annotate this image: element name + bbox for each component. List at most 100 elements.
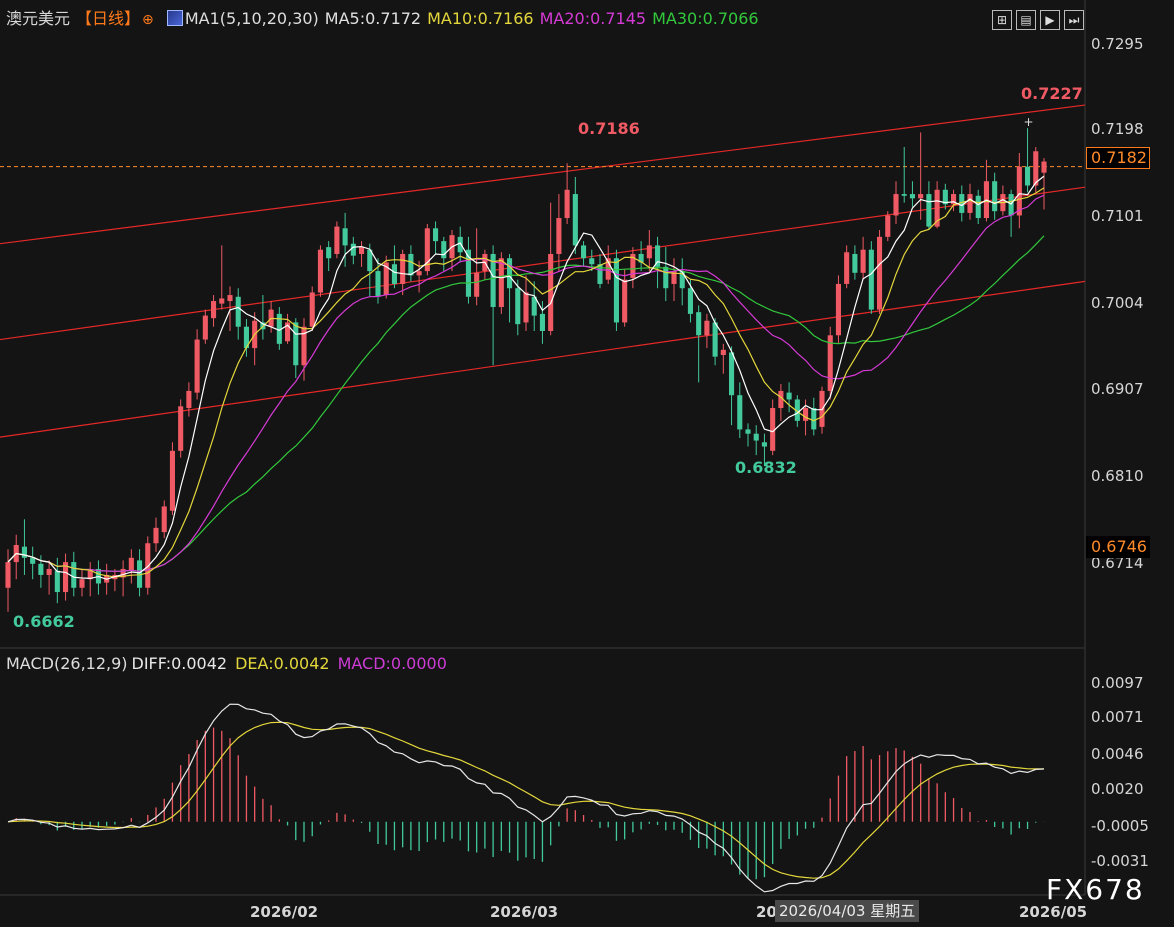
- date-tooltip: 2026/04/03 星期五: [775, 900, 920, 922]
- candle-body: [433, 228, 439, 242]
- candle-body: [581, 245, 587, 259]
- candle-body: [38, 563, 44, 575]
- symbol-name: 澳元美元: [6, 9, 71, 28]
- date-tick: 20: [756, 903, 777, 921]
- ma5-value: MA5:0.7172: [324, 9, 422, 28]
- candle-body: [194, 339, 200, 393]
- macd-tick: 0.0020: [1091, 780, 1144, 798]
- price-tick: 0.6810: [1091, 467, 1144, 485]
- candle-body: [359, 247, 365, 254]
- play-icon[interactable]: ▶: [1040, 10, 1060, 30]
- candle-body: [178, 406, 184, 451]
- expand-icon[interactable]: ⊞: [992, 10, 1012, 30]
- macd-tick: -0.0031: [1091, 852, 1149, 870]
- candle-body: [622, 279, 628, 323]
- candle-body: [1025, 166, 1031, 186]
- candle-body: [877, 236, 883, 310]
- candle-body: [712, 322, 718, 357]
- candle-body: [153, 527, 159, 544]
- price-tick: 0.6907: [1091, 380, 1144, 398]
- layout-icon[interactable]: ▤: [1016, 10, 1036, 30]
- candle-body: [408, 253, 414, 276]
- chart-header: 澳元美元 【日线】 ⊕ MA1(5,10,20,30) MA5:0.7172 MA10:…: [6, 8, 765, 30]
- high-marker: +: [1024, 115, 1034, 129]
- price-tick: 0.7295: [1091, 35, 1144, 53]
- candle-body: [21, 546, 27, 558]
- candle-body: [334, 226, 340, 254]
- price-tick: 0.7198: [1091, 120, 1144, 138]
- candle-body: [572, 194, 578, 246]
- current-price-label: 0.7182: [1086, 147, 1150, 169]
- crosshair-icon[interactable]: ⊕: [142, 12, 154, 28]
- candle-body: [326, 247, 332, 259]
- candle-body: [646, 245, 652, 259]
- candle-body: [737, 395, 743, 430]
- candle-body: [761, 442, 767, 447]
- candle-body: [729, 352, 735, 396]
- candle-body: [211, 301, 217, 319]
- macd-label: MACD(26,12,9): [6, 654, 128, 673]
- candle-body: [613, 258, 619, 323]
- candle-body: [926, 194, 932, 227]
- candle-body: [5, 562, 11, 588]
- watermark-logo: FX678: [1046, 873, 1145, 906]
- candlestick-chart[interactable]: +: [0, 0, 1174, 927]
- chart-icon[interactable]: [166, 10, 183, 26]
- candle-body: [975, 195, 981, 219]
- candle-body: [786, 392, 792, 400]
- candle-body: [844, 252, 850, 284]
- candle-body: [835, 283, 841, 336]
- diff-line: [7, 703, 1045, 893]
- candle-body: [375, 271, 381, 297]
- price-tick: 0.7101: [1091, 207, 1144, 225]
- candle-body: [720, 349, 726, 355]
- macd-tick: 0.0097: [1091, 674, 1144, 692]
- candle-body: [1041, 161, 1047, 173]
- candle-body: [416, 271, 422, 276]
- candle-body: [548, 253, 554, 331]
- candle-body: [186, 390, 192, 409]
- candle-body: [498, 258, 504, 308]
- candle-body: [79, 579, 85, 588]
- candle-body: [992, 181, 998, 212]
- candle-body: [46, 568, 52, 575]
- candle-body: [556, 218, 562, 254]
- candle-body: [317, 249, 323, 293]
- ma-label: MA1(5,10,20,30): [184, 9, 319, 28]
- peak-annotation: 0.7186: [578, 119, 640, 138]
- candle-body: [539, 313, 545, 331]
- macd-tick: 0.0071: [1091, 708, 1144, 726]
- macd-header: MACD(26,12,9) DIFF:0.0042 DEA:0.0042 MACD:0…: [6, 654, 455, 674]
- candle-body: [868, 249, 874, 310]
- candle-body: [745, 429, 751, 434]
- ma30-value: MA30:0.7066: [652, 9, 759, 28]
- candle-body: [1016, 166, 1022, 216]
- candle-body: [309, 292, 315, 327]
- candle-body: [893, 194, 899, 216]
- candle-body: [811, 408, 817, 430]
- candle-body: [918, 194, 924, 199]
- candle-body: [293, 322, 299, 366]
- candle-body: [663, 266, 669, 289]
- candle-body: [391, 264, 397, 284]
- low-annotation: 0.6832: [735, 458, 797, 477]
- macd-tick: 0.0046: [1091, 745, 1144, 763]
- candle-body: [860, 249, 866, 273]
- candle-body: [564, 189, 570, 219]
- macd-dea: DEA:0.0042: [235, 654, 330, 673]
- candle-body: [235, 296, 241, 327]
- date-tick: 2026/02: [250, 903, 319, 921]
- marker-price-label: 0.6746: [1086, 536, 1150, 558]
- candle-body: [696, 312, 702, 336]
- candle-body: [30, 557, 36, 564]
- candle-body: [71, 562, 77, 588]
- period-selector[interactable]: 【日线】: [76, 9, 140, 28]
- candle-body: [350, 243, 356, 256]
- ma20-value: MA20:0.7145: [539, 9, 647, 28]
- candle-body: [967, 194, 973, 213]
- channel-upper-line: [0, 104, 1086, 245]
- candle-body: [169, 450, 175, 511]
- candle-body: [342, 228, 348, 246]
- step-icon[interactable]: ⏭: [1064, 10, 1084, 30]
- candle-body: [441, 241, 447, 259]
